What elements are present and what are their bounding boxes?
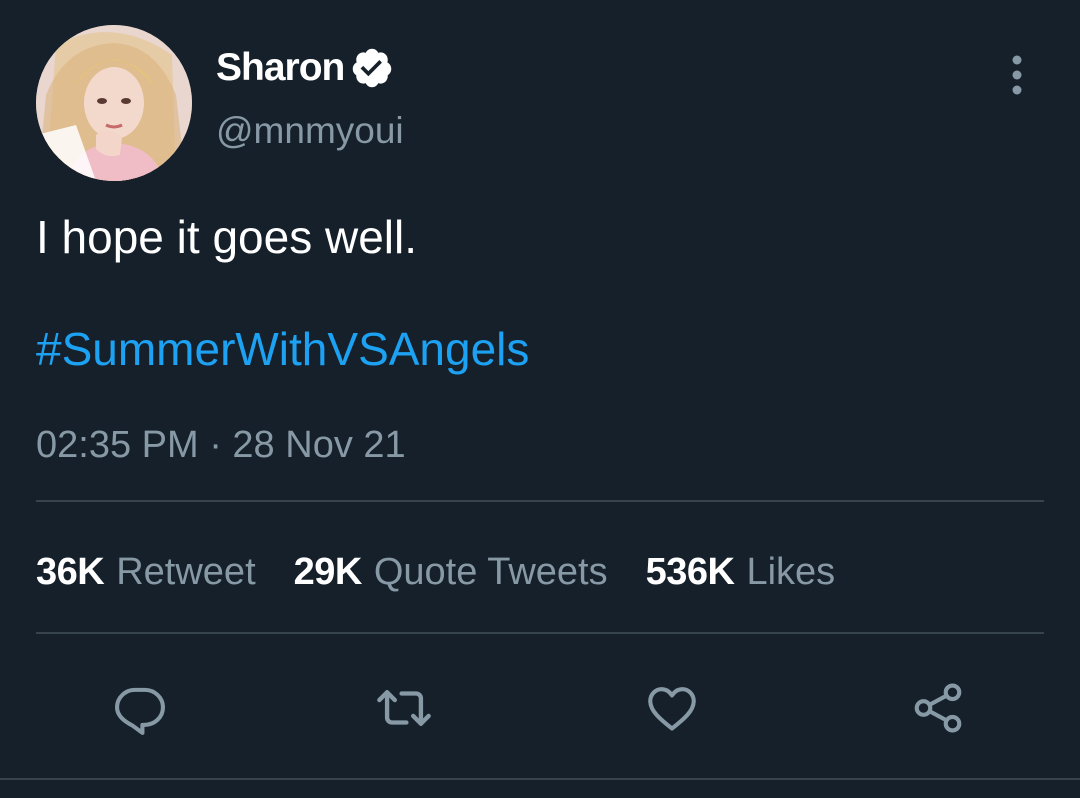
hashtag-link[interactable]: #SummerWithVSAngels (36, 319, 529, 379)
author-handle[interactable]: @mnmyoui (216, 107, 404, 155)
share-icon (914, 683, 962, 733)
verified-badge-icon (350, 46, 394, 90)
likes-count: 536K (645, 551, 735, 593)
author-row[interactable]: Sharon (216, 44, 394, 92)
avatar[interactable] (36, 25, 192, 181)
likes-label: Likes (746, 551, 836, 593)
likes-stat[interactable]: 536K Likes (646, 546, 836, 598)
divider (36, 632, 1044, 634)
more-options-icon[interactable] (1000, 54, 1034, 98)
avatar-image (36, 25, 192, 181)
action-bar (0, 672, 1080, 744)
retweet-count: 36K (36, 551, 105, 593)
like-button[interactable] (640, 676, 704, 740)
tweet-timestamp: 02:35 PM · 28 Nov 21 (36, 424, 406, 466)
retweet-button[interactable] (372, 676, 436, 740)
reply-button[interactable] (108, 676, 172, 740)
retweet-stat[interactable]: 36K Retweet (36, 546, 256, 598)
divider (36, 500, 1044, 502)
retweet-label: Retweet (116, 551, 256, 593)
quote-tweets-label: Quote Tweets (373, 551, 608, 593)
engagement-stats: 36K Retweet 29K Quote Tweets 536K Likes (36, 546, 873, 598)
tweet-detail: Sharon @mnmyoui I hope it goes well. #Su… (0, 0, 1080, 798)
retweet-icon (377, 690, 431, 726)
quote-tweets-count: 29K (293, 551, 363, 593)
quote-tweets-stat[interactable]: 29K Quote Tweets (294, 546, 608, 598)
tweet-text: I hope it goes well. (36, 211, 418, 263)
heart-icon (648, 687, 696, 731)
display-name[interactable]: Sharon (216, 44, 345, 92)
divider (0, 778, 1080, 780)
reply-icon (114, 687, 166, 735)
share-button[interactable] (906, 676, 970, 740)
